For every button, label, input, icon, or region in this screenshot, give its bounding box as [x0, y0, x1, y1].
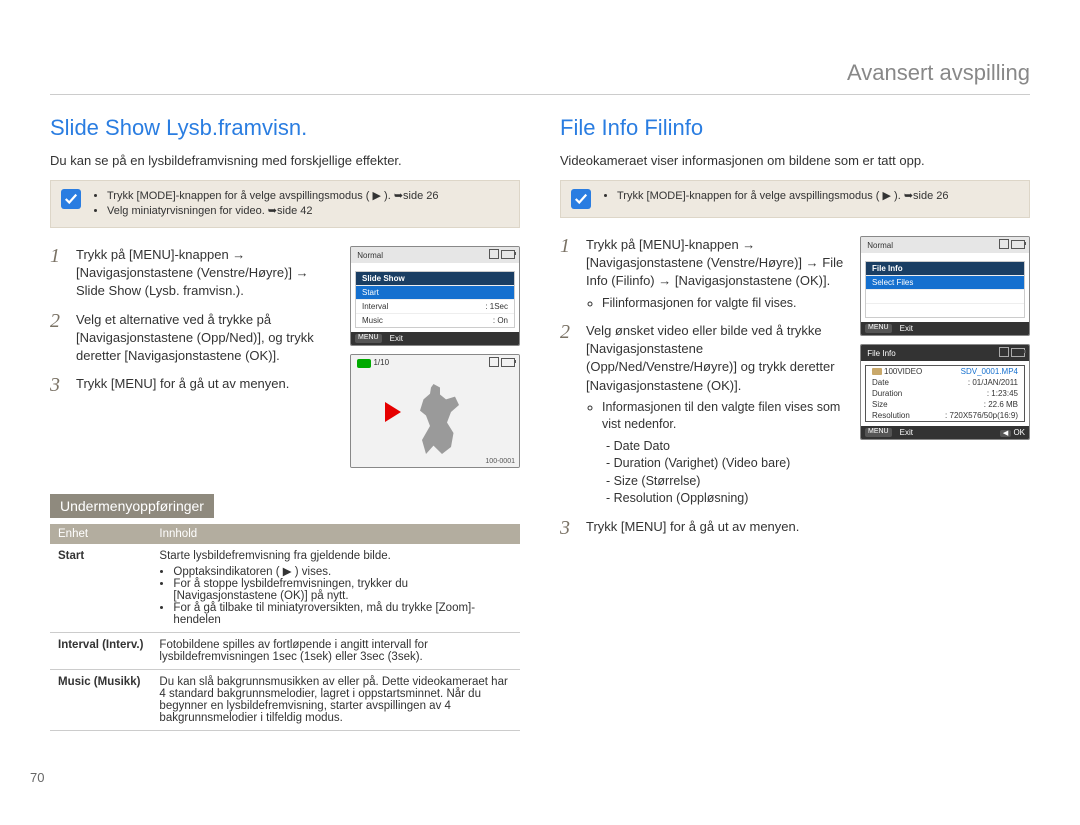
menu-row-selected: Start [356, 285, 514, 299]
battery-icon [501, 250, 515, 259]
exit-label: Exit [390, 334, 403, 343]
play-icon [385, 402, 401, 422]
menu-tag: MENU [865, 324, 892, 333]
step-text: Trykk på [MENU]-knappen → [Navigasjonsta… [76, 246, 340, 301]
table-header: Innhold [151, 524, 520, 544]
left-section-title: Slide Show Lysb.framvisn. [50, 115, 520, 141]
step-number: 1 [50, 246, 68, 301]
battery-icon [1011, 348, 1025, 357]
filename: SDV_0001.MP4 [961, 367, 1018, 376]
step-text: Velg et alternative ved å trykke på [Nav… [76, 311, 340, 366]
ok-tag-icon: ◀ [1000, 430, 1011, 437]
checkmark-icon [61, 189, 81, 209]
tip-item: Trykk [MODE]-knappen for å velge avspill… [107, 189, 439, 202]
exit-label: Exit [900, 428, 913, 437]
menu-row-selected: Select Files [866, 275, 1024, 289]
battery-icon [501, 358, 515, 367]
right-section-title: File Info Filinfo [560, 115, 1030, 141]
dancer-silhouette [411, 384, 461, 454]
menu-row: Music: On [356, 313, 514, 327]
storage-icon [489, 357, 499, 367]
battery-icon [1011, 240, 1025, 249]
storage-icon [489, 249, 499, 259]
table-row: Music (Musikk) Du kan slå bakgrunnsmusik… [50, 670, 520, 731]
step-number: 1 [560, 236, 578, 312]
step-text: Trykk på [MENU]-knappen → [Navigasjonsta… [586, 236, 850, 312]
checkmark-icon [571, 189, 591, 209]
page-header: Avansert avspilling [50, 60, 1030, 95]
tip-item: Trykk [MODE]-knappen for å velge avspill… [617, 189, 949, 202]
folder-icon [872, 368, 882, 375]
lcd-screen-slideshow-play: 1/10 100-0001 [350, 354, 520, 468]
lcd-screen-slideshow-menu: Normal Slide Show Start Interval: 1Sec M… [350, 246, 520, 346]
lcd-screen-fileinfo-detail: File Info 100VIDEO SDV_0001.MP4 Date: 01… [860, 344, 1030, 440]
menu-tag: MENU [865, 428, 892, 437]
left-tip-box: Trykk [MODE]-knappen for å velge avspill… [50, 180, 520, 228]
right-tip-box: Trykk [MODE]-knappen for å velge avspill… [560, 180, 1030, 218]
menu-header: Slide Show [356, 272, 514, 285]
menu-row: Interval: 1Sec [356, 299, 514, 313]
lcd-screen-fileinfo-menu: Normal File Info Select Files MENU [860, 236, 1030, 336]
tip-item: Velg miniatyrvisningen for video. ➥side … [107, 204, 439, 217]
submenu-table: Enhet Innhold Start Starte lysbildefremv… [50, 524, 520, 731]
page-number: 70 [30, 770, 44, 785]
table-row: Start Starte lysbildefremvisning fra gje… [50, 544, 520, 633]
table-header: Enhet [50, 524, 151, 544]
step-text: Trykk [MENU] for å gå ut av menyen. [76, 375, 340, 395]
menu-row-empty [866, 289, 1024, 303]
playing-icon [357, 359, 371, 368]
menu-header: File Info [866, 262, 1024, 275]
right-intro: Videokameraet viser informasjonen om bil… [560, 153, 1030, 168]
step-number: 3 [50, 375, 68, 395]
step-text: Trykk [MENU] for å gå ut av menyen. [586, 518, 1030, 538]
table-row: Interval (Interv.) Fotobildene spilles a… [50, 633, 520, 670]
menu-row-empty [866, 303, 1024, 317]
step-number: 2 [50, 311, 68, 366]
file-number: 100-0001 [485, 458, 515, 465]
step-number: 3 [560, 518, 578, 538]
storage-icon [999, 347, 1009, 357]
exit-label: Exit [900, 324, 913, 333]
storage-icon [999, 239, 1009, 249]
submenu-heading: Undermenyoppføringer [50, 494, 214, 518]
step-number: 2 [560, 322, 578, 508]
left-intro: Du kan se på en lysbildeframvisning med … [50, 153, 520, 168]
menu-tag: MENU [355, 334, 382, 343]
step-text: Velg ønsket video eller bilde ved å tryk… [586, 322, 850, 508]
